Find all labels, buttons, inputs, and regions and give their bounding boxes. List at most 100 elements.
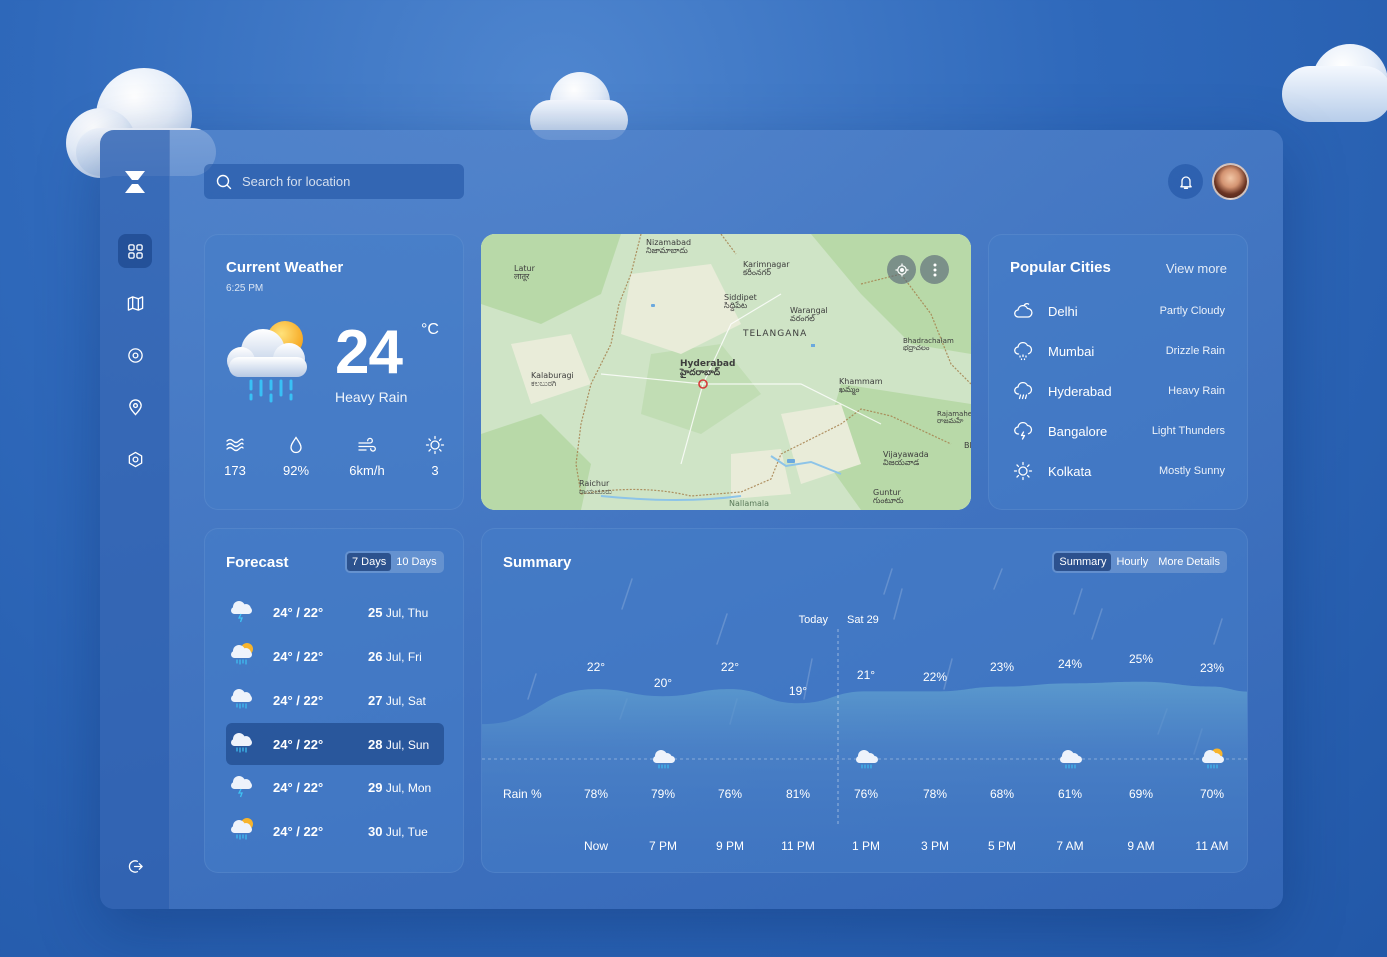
city-item[interactable]: Hyderabad Heavy Rain — [989, 380, 1249, 404]
map-label: Kalaburagi ಕಲಬುರಗಿ — [531, 371, 574, 389]
map-label: Karimnagar కరీంనగర్ — [743, 260, 790, 278]
nav-location[interactable] — [118, 390, 152, 424]
city-condition: Light Thunders — [1151, 425, 1225, 437]
summary-top-value: 25% — [1129, 652, 1153, 666]
forecast-temp: 24° / 22° — [273, 737, 324, 752]
current-time: 6:25 PM — [226, 283, 264, 294]
search-input[interactable]: Search for location — [242, 174, 350, 189]
map-label: Latur लातूर — [514, 264, 535, 282]
time-label: 7 AM — [1056, 839, 1083, 853]
nav-settings[interactable] — [118, 442, 152, 476]
forecast-day: 29 — [368, 780, 383, 795]
stat-wind-value: 6km/h — [349, 463, 385, 478]
forecast-date: 29 Jul, Mon — [368, 780, 431, 795]
forecast-row[interactable]: 24° / 22° 25 Jul, Thu — [226, 591, 444, 633]
forecast-row[interactable]: 24° / 22° 26 Jul, Fri — [226, 635, 444, 677]
forecast-day: 25 — [368, 605, 383, 620]
sidebar — [100, 130, 170, 909]
map-label: Bl — [964, 441, 971, 450]
forecast-day: 30 — [368, 824, 383, 839]
current-weather-title: Current Weather — [226, 259, 344, 276]
droplet-icon — [290, 436, 302, 454]
logout-icon — [128, 859, 143, 873]
locate-me-button[interactable] — [887, 255, 916, 284]
time-label: 3 PM — [921, 839, 949, 853]
city-condition: Drizzle Rain — [1165, 345, 1225, 357]
forecast-card: Forecast 7 Days 10 Days 24° / 22° 25 Jul,… — [204, 528, 464, 873]
today-label: Today — [799, 614, 829, 626]
nav-explore[interactable] — [118, 338, 152, 372]
map-label: Nizamabad నిజామాబాదు — [646, 238, 692, 256]
forecast-row[interactable]: 24° / 22° 27 Jul, Sat — [226, 679, 444, 721]
weather-dashboard: Search for location Current Weather 6:25… — [100, 130, 1283, 909]
summary-top-value: 24% — [1058, 657, 1082, 671]
time-label: 11 AM — [1195, 839, 1228, 853]
tab-7-days[interactable]: 7 Days — [347, 553, 392, 571]
forecast-date: 27 Jul, Sat — [368, 693, 426, 708]
user-avatar[interactable] — [1212, 163, 1249, 200]
location-map[interactable]: Nizamabad నిజామాబాదు Karimnagar కరీంనగర్… — [481, 234, 971, 510]
more-vertical-icon — [933, 263, 936, 276]
map-icon — [127, 295, 143, 311]
summary-top-value: 22° — [587, 660, 605, 674]
waves-icon — [226, 438, 244, 452]
forecast-title: Forecast — [226, 554, 289, 571]
city-item[interactable]: Kolkata Mostly Sunny — [989, 460, 1249, 484]
nav-map[interactable] — [118, 286, 152, 320]
popular-cities-card: Popular Cities View more Delhi Partly Cl… — [988, 234, 1248, 510]
city-item[interactable]: Delhi Partly Cloudy — [989, 300, 1249, 324]
city-item[interactable]: Mumbai Drizzle Rain — [989, 340, 1249, 364]
stat-wind: 6km/h — [337, 435, 397, 478]
summary-chart: Today Sat 29 22° 20° 22° 19° 21° 22% 23% 24% 25% 23… — [482, 568, 1247, 872]
summary-top-value: 21° — [857, 668, 875, 682]
cloud-icon — [1014, 303, 1033, 318]
forecast-temp: 24° / 22° — [273, 605, 324, 620]
stat-uv: 3 — [405, 435, 465, 478]
stat-wave: 173 — [205, 435, 265, 478]
settings-hexagon-icon — [128, 451, 142, 467]
view-more-link[interactable]: View more — [1166, 261, 1227, 276]
nav-dashboard[interactable] — [118, 234, 152, 268]
popular-cities-title: Popular Cities — [1010, 259, 1111, 276]
forecast-temp: 24° / 22° — [273, 693, 324, 708]
tab-hourly[interactable]: Hourly — [1111, 553, 1153, 571]
bell-icon — [1179, 175, 1192, 189]
stat-humidity: 92% — [266, 435, 326, 478]
map-label: Bhadrachalam భద్రాచలం — [903, 337, 954, 353]
tab-10-days[interactable]: 10 Days — [391, 553, 441, 571]
notifications-button[interactable] — [1168, 164, 1203, 199]
forecast-month-weekday: Jul, Sun — [385, 738, 430, 752]
rain-value: 78% — [584, 787, 608, 801]
rain-value: 81% — [786, 787, 810, 801]
map-more-button[interactable] — [920, 255, 949, 284]
map-label: Warangal వరంగల్ — [790, 306, 828, 324]
tab-more-details[interactable]: More Details — [1153, 553, 1225, 571]
app-logo-icon[interactable] — [123, 170, 147, 194]
forecast-row[interactable]: 24° / 22° 29 Jul, Mon — [226, 766, 444, 808]
grid-icon — [127, 243, 143, 259]
tab-summary[interactable]: Summary — [1054, 553, 1112, 571]
time-label: 9 AM — [1127, 839, 1154, 853]
map-label: Hyderabad హైదరాబాద్ — [680, 359, 736, 379]
forecast-month-weekday: Jul, Tue — [385, 825, 428, 839]
city-condition: Mostly Sunny — [1158, 465, 1225, 477]
forecast-day: 28 — [368, 737, 383, 752]
background-cloud-right — [1282, 44, 1387, 124]
search-bar[interactable]: Search for location — [204, 164, 464, 199]
forecast-month-weekday: Jul, Fri — [385, 650, 422, 664]
forecast-row[interactable]: 24° / 22° 30 Jul, Tue — [226, 810, 444, 852]
weather-stats: 173 92% 6km/h 3 — [205, 435, 465, 485]
cloud-lightning-icon — [1014, 421, 1033, 440]
cloud-rain-icon — [231, 733, 252, 753]
logout-button[interactable] — [118, 849, 152, 883]
time-label: 11 PM — [781, 839, 815, 853]
forecast-row[interactable]: 24° / 22° 28 Jul, Sun — [226, 723, 444, 765]
search-icon — [216, 174, 232, 189]
time-label: 5 PM — [988, 839, 1016, 853]
forecast-day: 26 — [368, 649, 383, 664]
location-pin-icon — [128, 398, 142, 416]
map-label: Vijayawada విజయవాడ — [883, 450, 929, 468]
city-item[interactable]: Bangalore Light Thunders — [989, 420, 1249, 444]
forecast-date: 25 Jul, Thu — [368, 605, 428, 620]
map-label: Guntur గుంటూరు — [873, 488, 904, 506]
